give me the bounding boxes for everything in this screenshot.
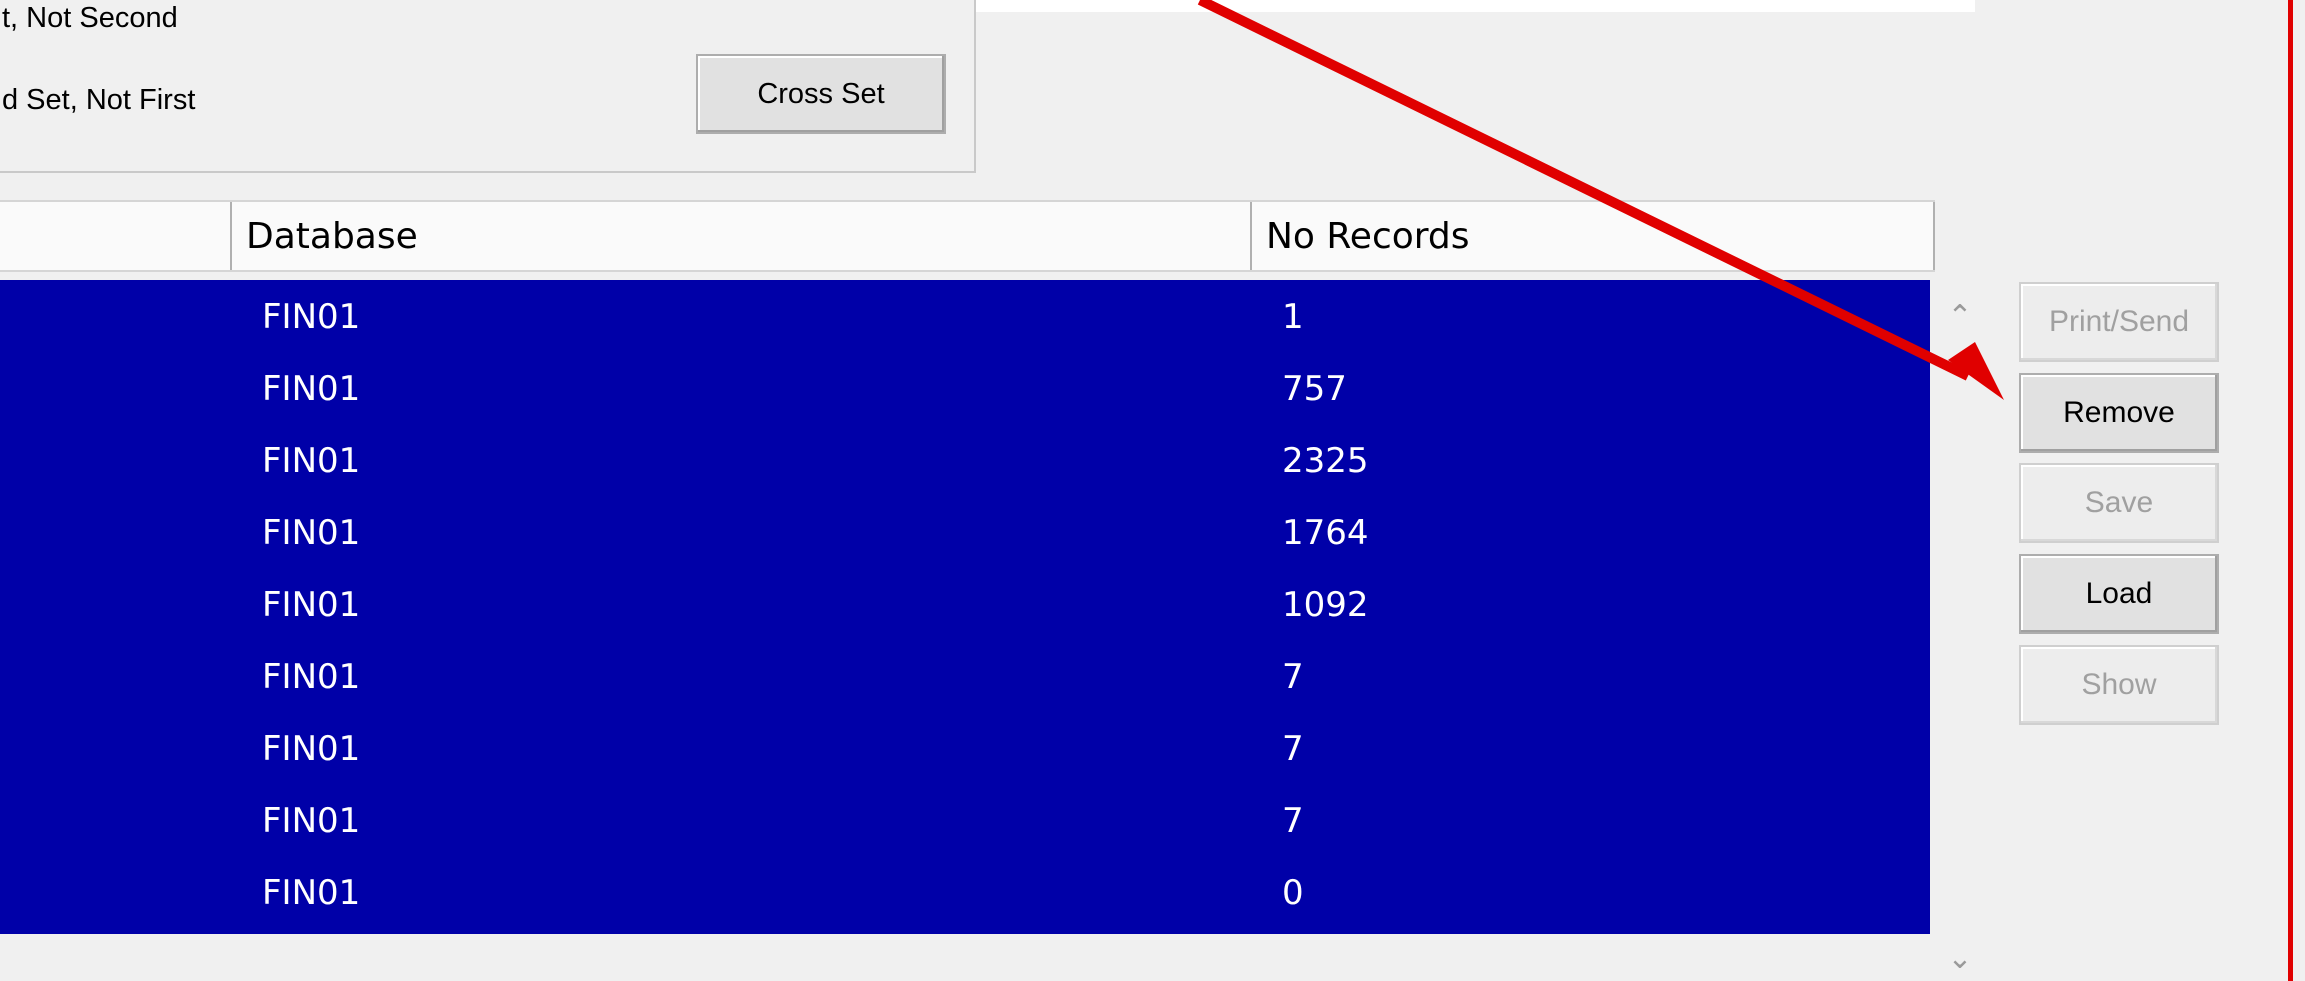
annotation-arrow-icon: [1197, 0, 2004, 400]
arrow-shaft: [1197, 0, 1971, 381]
